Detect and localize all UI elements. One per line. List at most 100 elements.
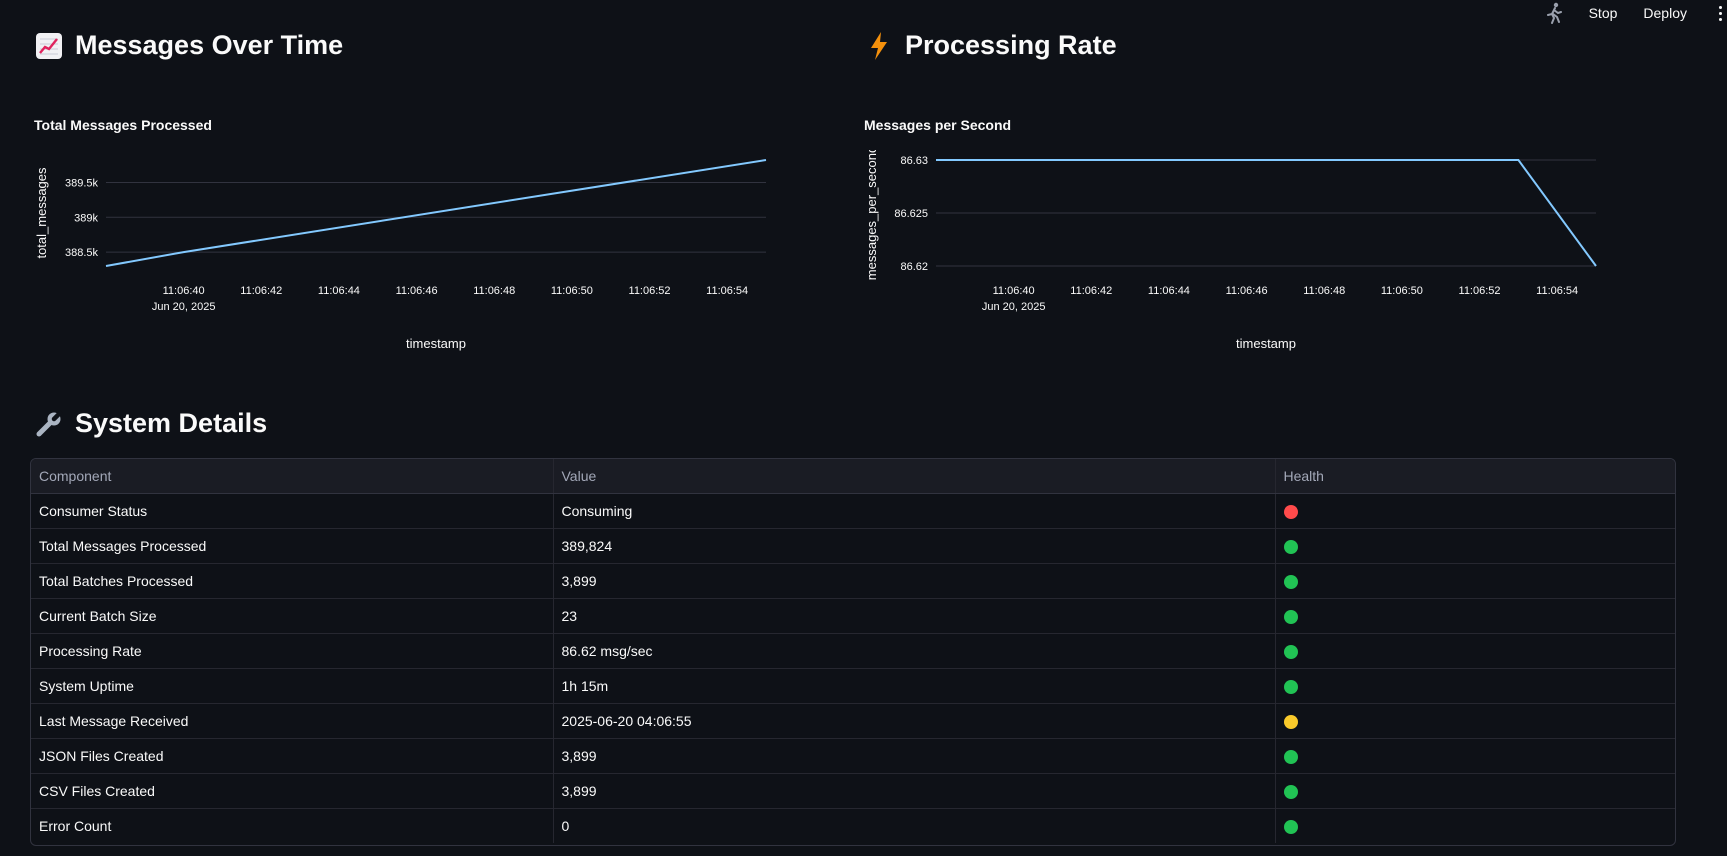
- table-row[interactable]: Processing Rate 86.62 msg/sec: [31, 633, 1675, 669]
- value-cell: 1h 15m: [552, 668, 1275, 704]
- wrench-icon: [34, 409, 64, 439]
- x-tick-label: 11:06:40: [993, 285, 1035, 297]
- y-tick-label: 389.5k: [65, 178, 99, 190]
- stop-button[interactable]: Stop: [1589, 5, 1618, 21]
- health-status-icon: [1283, 505, 1298, 520]
- x-tick-label: 11:06:54: [706, 285, 748, 297]
- health-cell: [1274, 598, 1675, 634]
- health-cell: [1274, 563, 1675, 599]
- value-cell: Consuming: [552, 493, 1275, 529]
- x-tick-sublabel: Jun 20, 2025: [152, 301, 216, 313]
- total-messages-chart[interactable]: 388.5k 389k 389.5k 11:06:40 Jun 20, 2025 11:0…: [30, 150, 850, 375]
- y-axis-title: messages_per_second: [864, 150, 879, 280]
- table-row[interactable]: Current Batch Size 23: [31, 598, 1675, 634]
- value-cell: 3,899: [552, 773, 1275, 809]
- value-cell: 3,899: [552, 563, 1275, 599]
- x-tick-label: 11:06:42: [240, 285, 282, 297]
- value-cell: 0: [552, 808, 1275, 843]
- value-cell: 23: [552, 598, 1275, 634]
- x-axis-title: timestamp: [1236, 336, 1296, 351]
- system-details-table[interactable]: Component Value Health Consumer Status C…: [30, 458, 1676, 846]
- health-cell: [1274, 668, 1675, 704]
- table-row[interactable]: CSV Files Created 3,899: [31, 773, 1675, 809]
- y-tick-label: 388.5k: [65, 247, 99, 259]
- health-status-icon: [1283, 680, 1298, 695]
- section-title-text: Processing Rate: [905, 30, 1117, 60]
- y-tick-label: 389k: [74, 212, 98, 224]
- health-cell: [1274, 493, 1675, 529]
- health-status-icon: [1283, 785, 1298, 800]
- app-toolbar: Stop Deploy: [1541, 0, 1727, 26]
- main-menu-icon[interactable]: [1713, 0, 1727, 26]
- chart-title: Messages per Second: [864, 117, 1012, 133]
- health-cell: [1274, 773, 1675, 809]
- table-row[interactable]: System Uptime 1h 15m: [31, 668, 1675, 704]
- column-header-value[interactable]: Value: [552, 459, 1275, 494]
- column-header-component[interactable]: Component: [31, 459, 553, 494]
- health-status-icon: [1283, 750, 1298, 765]
- component-cell: CSV Files Created: [31, 773, 553, 809]
- y-tick-label: 86.63: [900, 155, 928, 167]
- component-cell: Current Batch Size: [31, 598, 553, 634]
- x-tick-sublabel: Jun 20, 2025: [982, 301, 1046, 313]
- messages-section-title: Messages Over Time: [34, 30, 343, 61]
- component-cell: JSON Files Created: [31, 738, 553, 774]
- value-cell: 389,824: [552, 528, 1275, 564]
- x-tick-label: 11:06:52: [629, 285, 671, 297]
- health-cell: [1274, 633, 1675, 669]
- x-tick-label: 11:06:46: [1226, 285, 1268, 297]
- running-man-icon: [1541, 0, 1567, 26]
- component-cell: Consumer Status: [31, 493, 553, 529]
- chart-increasing-icon: [34, 31, 64, 61]
- table-row[interactable]: Total Batches Processed 3,899: [31, 563, 1675, 599]
- messages-per-second-chart[interactable]: 86.62 86.625 86.63 11:06:40 Jun 20, 2025 11:0…: [860, 150, 1680, 375]
- table-row[interactable]: JSON Files Created 3,899: [31, 738, 1675, 774]
- component-cell: System Uptime: [31, 668, 553, 704]
- x-tick-label: 11:06:54: [1536, 285, 1578, 297]
- y-tick-label: 86.625: [894, 208, 928, 220]
- y-axis-title: total_messages: [34, 167, 49, 259]
- table-row[interactable]: Last Message Received 2025-06-20 04:06:5…: [31, 703, 1675, 739]
- section-title-text: Messages Over Time: [75, 30, 344, 60]
- x-axis-title: timestamp: [406, 336, 466, 351]
- component-cell: Processing Rate: [31, 633, 553, 669]
- x-tick-label: 11:06:40: [163, 285, 205, 297]
- x-tick-label: 11:06:44: [1148, 285, 1190, 297]
- health-status-icon: [1283, 610, 1298, 625]
- column-header-health[interactable]: Health: [1274, 459, 1675, 494]
- x-tick-label: 11:06:50: [1381, 285, 1423, 297]
- health-cell: [1274, 738, 1675, 774]
- table-row[interactable]: Consumer Status Consuming: [31, 493, 1675, 529]
- rate-section-title: Processing Rate: [864, 30, 1117, 61]
- chart-title: Total Messages Processed: [34, 117, 212, 133]
- table-row[interactable]: Error Count 0: [31, 808, 1675, 843]
- health-status-icon: [1283, 645, 1298, 660]
- x-tick-label: 11:06:44: [318, 285, 360, 297]
- component-cell: Last Message Received: [31, 703, 553, 739]
- health-status-icon: [1283, 575, 1298, 590]
- value-cell: 3,899: [552, 738, 1275, 774]
- value-cell: 2025-06-20 04:06:55: [552, 703, 1275, 739]
- series-line: [105, 159, 767, 267]
- health-cell: [1274, 703, 1675, 739]
- component-cell: Error Count: [31, 808, 553, 843]
- x-tick-label: 11:06:42: [1070, 285, 1112, 297]
- component-cell: Total Batches Processed: [31, 563, 553, 599]
- table-row[interactable]: Total Messages Processed 389,824: [31, 528, 1675, 564]
- x-tick-label: 11:06:48: [1303, 285, 1345, 297]
- x-tick-label: 11:06:50: [551, 285, 593, 297]
- health-status-icon: [1283, 820, 1298, 835]
- deploy-button[interactable]: Deploy: [1643, 5, 1687, 21]
- health-cell: [1274, 808, 1675, 843]
- section-title-text: System Details: [75, 408, 268, 438]
- x-tick-label: 11:06:48: [473, 285, 515, 297]
- x-tick-label: 11:06:46: [396, 285, 438, 297]
- health-status-icon: [1283, 715, 1298, 730]
- lightning-icon: [864, 31, 894, 61]
- x-tick-label: 11:06:52: [1459, 285, 1501, 297]
- details-section-title: System Details: [34, 408, 267, 439]
- value-cell: 86.62 msg/sec: [552, 633, 1275, 669]
- component-cell: Total Messages Processed: [31, 528, 553, 564]
- table-header-row: Component Value Health: [31, 459, 1675, 494]
- health-cell: [1274, 528, 1675, 564]
